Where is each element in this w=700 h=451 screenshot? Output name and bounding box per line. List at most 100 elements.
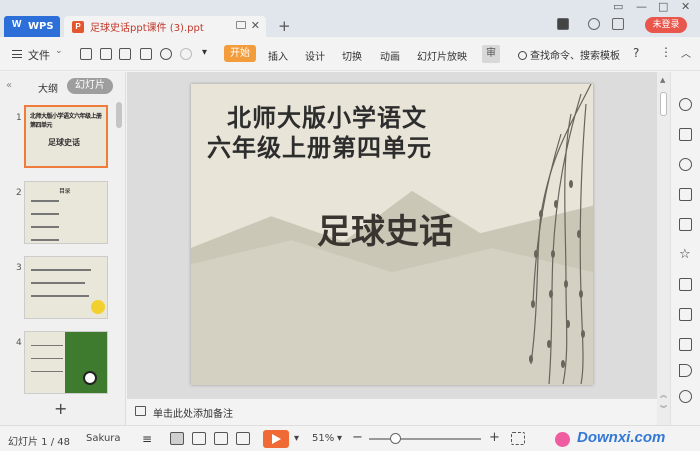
monitor-icon[interactable] [236, 21, 246, 29]
slide-thumbnail-3[interactable] [24, 256, 108, 319]
tab-design[interactable]: 设计 [305, 48, 325, 63]
command-search-label: 查找命令、搜索模板 [530, 51, 620, 62]
fit-window-icon[interactable] [511, 432, 525, 445]
title-bar: WPS P 足球史话ppt课件 (3).ppt ✕ + ▭ — □ ✕ 未登录 [0, 0, 700, 37]
tab-start[interactable]: 开始 [224, 45, 256, 62]
normal-view-icon[interactable] [170, 432, 184, 445]
one-icon[interactable] [557, 18, 569, 30]
quick-access-dropdown-icon[interactable]: ▾ [202, 47, 207, 58]
menu-icon[interactable] [12, 50, 22, 58]
help-icon[interactable]: ? [633, 46, 639, 60]
grass-image [65, 332, 107, 393]
play-slideshow-button[interactable] [263, 430, 289, 448]
tab-insert[interactable]: 插入 [268, 48, 288, 63]
skin-icon[interactable] [588, 18, 600, 30]
wps-home-tab[interactable]: WPS [4, 16, 60, 37]
tab-slides[interactable]: 幻灯片 [67, 78, 113, 94]
notes-placeholder[interactable]: 单击此处添加备注 [153, 405, 233, 420]
thumbnail-title-line: 北师大版小学语文六年级上册第四单元 [30, 113, 102, 129]
reading-view-icon[interactable] [214, 432, 228, 445]
slide-number: 4 [16, 338, 22, 348]
wps-tab-label: WPS [28, 21, 54, 32]
more-icon[interactable]: ⋮ [660, 45, 672, 59]
slide-number: 1 [16, 113, 22, 123]
slide-number: 2 [16, 188, 22, 198]
share-icon[interactable] [679, 308, 692, 321]
theme-name: Sakura [86, 433, 121, 444]
cloud-icon[interactable] [612, 18, 624, 30]
watermark-logo: Downxi.com [555, 429, 695, 449]
zoom-dropdown-icon[interactable]: ▾ [337, 433, 342, 444]
shapes-icon[interactable] [679, 158, 692, 171]
ppt-file-icon: P [72, 20, 84, 33]
slide-thumbnail-2[interactable]: 目录 [24, 181, 108, 244]
slide-number: 3 [16, 263, 22, 273]
login-button[interactable]: 未登录 [645, 17, 687, 33]
thumbnail-heading: 目录 [59, 188, 71, 195]
star-icon[interactable]: ☆ [679, 248, 692, 261]
wps-logo-icon [12, 19, 24, 32]
slide-editor[interactable]: 北师大版小学语文 六年级上册第四单元 足球史话 [191, 84, 593, 385]
slide-thumbnail-1[interactable]: 北师大版小学语文六年级上册第四单元 足球史话 [24, 105, 108, 168]
slide-sorter-icon[interactable] [192, 432, 206, 445]
chevron-down-icon[interactable]: ⌄ [55, 46, 63, 56]
next-page-icon[interactable]: ︾ [660, 404, 667, 414]
print-preview-icon[interactable] [140, 48, 152, 60]
notes-bar[interactable]: 单击此处添加备注 [127, 398, 657, 424]
maximize-icon[interactable]: □ [658, 0, 668, 13]
previous-page-icon[interactable]: ︽ [660, 390, 667, 400]
menu-bar: 文件 ⌄ ▾ 开始 插入 设计 切换 动画 幻灯片放映 审 查找命令、搜索模板 … [0, 37, 700, 71]
align-menu-icon[interactable]: ≡ [142, 432, 156, 446]
zoom-slider[interactable] [369, 438, 481, 440]
tab-transition[interactable]: 切换 [342, 48, 362, 63]
slide-panel-scrollbar[interactable] [116, 102, 122, 128]
collapse-panel-icon[interactable]: « [6, 80, 12, 91]
copy-icon[interactable] [679, 128, 692, 141]
save-icon[interactable] [80, 48, 92, 60]
tab-outline[interactable]: 大纲 [38, 80, 58, 95]
new-tab-button[interactable]: + [278, 17, 291, 35]
redo-icon[interactable] [180, 48, 192, 60]
magic-icon[interactable] [679, 98, 692, 111]
slide-title-line2[interactable]: 六年级上册第四单元 [207, 128, 432, 163]
paste-icon[interactable] [100, 48, 112, 60]
settings-sliders-icon[interactable] [679, 188, 692, 201]
minimize-tray-icon[interactable]: ▭ [613, 0, 623, 13]
print-icon[interactable] [119, 48, 131, 60]
table-icon[interactable] [679, 218, 692, 231]
football-icon [91, 300, 105, 314]
scroll-up-icon[interactable]: ▲ [660, 76, 665, 84]
close-window-icon[interactable]: ✕ [681, 0, 690, 13]
slide-thumbnail-4[interactable] [24, 331, 108, 394]
document-tab[interactable]: P 足球史话ppt课件 (3).ppt ✕ [64, 16, 266, 37]
zoom-level[interactable]: 51% [312, 433, 334, 444]
collapse-ribbon-icon[interactable]: ︿ [681, 45, 691, 60]
file-menu[interactable]: 文件 [28, 47, 50, 63]
play-dropdown-icon[interactable]: ▾ [294, 433, 299, 444]
add-slide-button[interactable]: + [54, 399, 67, 418]
slide-panel: « 大纲 幻灯片 1 北师大版小学语文六年级上册第四单元 足球史话 2 目录 3… [0, 72, 126, 425]
status-bar: 幻灯片 1 / 48 Sakura ≡ ▾ 51% ▾ − + Downxi.c… [0, 425, 700, 451]
thumbnail-text [31, 340, 67, 379]
scrollbar-thumb[interactable] [660, 92, 667, 116]
slide-panel-header: « 大纲 幻灯片 [0, 72, 126, 100]
canvas-scrollbar[interactable]: ▲ ︽ ︾ [657, 72, 670, 425]
archive-icon[interactable] [679, 278, 692, 291]
speaker-icon[interactable] [679, 364, 692, 377]
tab-review[interactable]: 审 [482, 45, 500, 63]
willow-branch-image [529, 84, 592, 385]
thumbnail-title: 足球史话 [48, 138, 80, 147]
tab-animation[interactable]: 动画 [380, 48, 400, 63]
command-search[interactable]: 查找命令、搜索模板 [518, 47, 620, 62]
close-tab-icon[interactable]: ✕ [251, 19, 260, 32]
slide-main-title[interactable]: 足球史话 [317, 204, 453, 253]
minimize-icon[interactable]: — [636, 0, 647, 13]
tab-slideshow[interactable]: 幻灯片放映 [417, 48, 467, 63]
zoom-in-button[interactable]: + [489, 430, 500, 445]
zoom-out-button[interactable]: − [352, 430, 363, 445]
image-icon[interactable] [679, 338, 692, 351]
notes-view-icon[interactable] [236, 432, 250, 445]
compass-icon[interactable] [679, 390, 692, 403]
zoom-slider-handle[interactable] [390, 433, 401, 444]
undo-icon[interactable] [160, 48, 172, 60]
